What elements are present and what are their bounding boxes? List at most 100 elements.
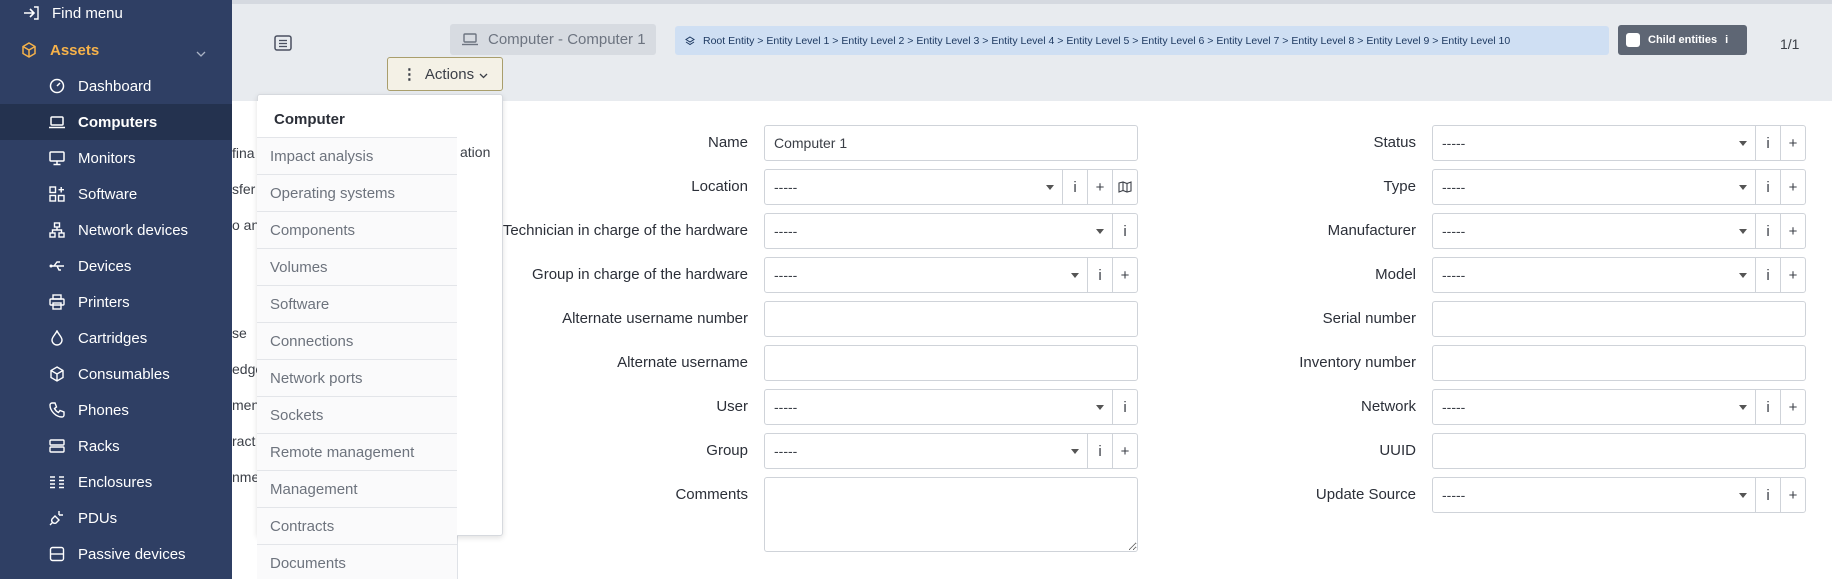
add-button[interactable]: + [1780,214,1805,248]
status-value: ----- [1442,135,1466,151]
add-button[interactable]: + [1780,258,1805,292]
sidebar-item-software[interactable]: Software [0,176,232,212]
add-button[interactable]: + [1112,434,1137,468]
plug-icon [48,509,66,527]
menu-item[interactable]: Components [257,212,457,249]
user-select[interactable]: ----- i [764,389,1138,425]
info-button[interactable]: i [1755,214,1780,248]
child-entities-toggle[interactable]: Child entities i [1618,25,1747,55]
tab-fragment[interactable]: o an [232,217,259,233]
sidebar-item-label: Phones [78,401,129,419]
type-select[interactable]: ----- i + [1432,169,1806,205]
list-view-icon[interactable] [274,35,292,55]
network-select[interactable]: ----- i + [1432,389,1806,425]
location-select[interactable]: ----- i + [764,169,1138,205]
caret-down-icon [1739,272,1747,278]
sidebar-group-assets[interactable]: Assets [0,32,232,68]
tab-fragment[interactable]: fina [232,145,255,161]
menu-item[interactable]: Sockets [257,397,457,434]
child-entities-checkbox[interactable] [1626,33,1640,47]
group-tech-select[interactable]: ----- i + [764,257,1138,293]
sidebar-item-label: Enclosures [78,473,153,491]
phone-icon [48,401,66,419]
package-icon [48,365,66,383]
map-button[interactable] [1112,170,1137,204]
sidebar-item-pdus[interactable]: PDUs [0,500,232,536]
sidebar-item-enclosures[interactable]: Enclosures [0,464,232,500]
info-button[interactable]: i [1112,214,1137,248]
info-button[interactable]: i [1755,390,1780,424]
alt-username-number-field[interactable] [764,301,1138,337]
menu-item[interactable]: Contracts [257,508,457,545]
find-menu-button[interactable]: Find menu [0,0,232,31]
tab-fragment[interactable]: men [232,397,259,413]
sidebar-item-label: Monitors [78,149,136,167]
alt-username-field[interactable] [764,345,1138,381]
info-button[interactable]: i [1062,170,1087,204]
menu-item[interactable]: Operating systems [257,175,457,212]
tab-fragment[interactable]: nme [232,469,259,485]
update-source-select[interactable]: ----- i + [1432,477,1806,513]
sidebar-item-computers[interactable]: Computers [0,104,232,140]
model-select[interactable]: ----- i + [1432,257,1806,293]
info-button[interactable]: i [1755,126,1780,160]
sidebar-item-label: Computers [78,113,158,131]
sidebar-item-printers[interactable]: Printers [0,284,232,320]
field-label-inventory: Inventory number [1299,354,1416,371]
add-button[interactable]: + [1780,170,1805,204]
name-field[interactable]: Computer 1 [764,125,1138,161]
status-select[interactable]: ----- i + [1432,125,1806,161]
monitor-icon [48,149,66,167]
menu-item[interactable]: Computer [257,101,457,138]
add-button[interactable]: + [1087,170,1112,204]
menu-item[interactable]: Impact analysis [257,138,457,175]
sidebar-item-consumables[interactable]: Consumables [0,356,232,392]
menu-item[interactable]: Volumes [257,249,457,286]
menu-item[interactable]: Management [257,471,457,508]
update-source-value: ----- [1442,487,1466,503]
tab-fragment[interactable]: sfer [232,181,255,197]
menu-item[interactable]: Software [257,286,457,323]
menu-overflow-text[interactable]: ation [460,144,490,160]
sidebar-item-devices[interactable]: Devices [0,248,232,284]
sidebar-item-cartridges[interactable]: Cartridges [0,320,232,356]
sidebar-item-racks[interactable]: Racks [0,428,232,464]
dashboard-icon [48,77,66,95]
tab-fragment[interactable]: se [232,325,247,341]
arrow-right-icon [22,4,40,22]
inventory-number-field[interactable] [1432,345,1806,381]
manufacturer-select[interactable]: ----- i + [1432,213,1806,249]
actions-button[interactable]: ⋮ Actions [387,57,503,91]
tab-fragment[interactable]: ract [232,433,255,449]
layers-icon [685,35,695,45]
uuid-field[interactable] [1432,433,1806,469]
info-button[interactable]: i [1112,390,1137,424]
add-button[interactable]: + [1112,258,1137,292]
menu-item[interactable]: Documents [257,545,457,579]
info-button[interactable]: i [1755,258,1780,292]
sidebar-item-monitors[interactable]: Monitors [0,140,232,176]
group-select[interactable]: ----- i + [764,433,1138,469]
technician-select[interactable]: ----- i [764,213,1138,249]
info-button[interactable]: i [1087,434,1112,468]
page-title-text: Computer - Computer 1 [488,31,646,48]
name-value: Computer 1 [774,135,848,151]
menu-item[interactable]: Network ports [257,360,457,397]
add-button[interactable]: + [1780,390,1805,424]
info-button[interactable]: i [1755,170,1780,204]
sidebar-item-phones[interactable]: Phones [0,392,232,428]
sidebar-item-passive-devices[interactable]: Passive devices [0,536,232,572]
caret-down-icon [1096,228,1104,234]
info-button[interactable]: i [1755,478,1780,512]
menu-item[interactable]: Remote management [257,434,457,471]
comments-textarea[interactable] [764,477,1138,552]
info-button[interactable]: i [1087,258,1112,292]
sidebar-item-dashboard[interactable]: Dashboard [0,68,232,104]
find-menu-label: Find menu [52,4,123,22]
info-icon[interactable]: i [1725,34,1728,46]
serial-number-field[interactable] [1432,301,1806,337]
add-button[interactable]: + [1780,478,1805,512]
sidebar-item-network-devices[interactable]: Network devices [0,212,232,248]
add-button[interactable]: + [1780,126,1805,160]
menu-item[interactable]: Connections [257,323,457,360]
